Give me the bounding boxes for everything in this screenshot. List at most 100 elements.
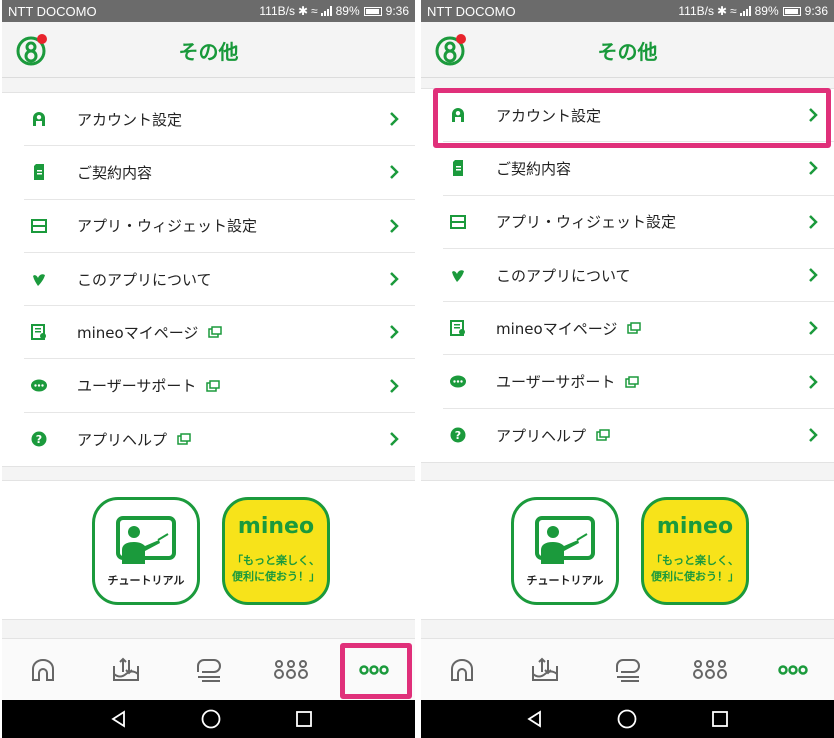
external-link-icon: [177, 433, 191, 446]
menu-item-about[interactable]: このアプリについて: [443, 249, 834, 303]
menu-item-widget[interactable]: アプリ・ウィジェット設定: [24, 200, 415, 253]
bottom-tab-bar: [2, 638, 415, 700]
menu-item-help[interactable]: ? アプリヘルプ: [24, 413, 415, 466]
tab-coupon[interactable]: [586, 639, 669, 701]
menu-item-about[interactable]: このアプリについて: [24, 253, 415, 307]
tutorial-label: チュートリアル: [107, 574, 185, 587]
data-transfer-icon: [531, 657, 558, 681]
tab-community[interactable]: [250, 639, 333, 701]
chevron-right-icon: [809, 321, 818, 336]
screen-right: NTT DOCOMO 111B/s ✱ ≈ 89% 9:36 その他 アカウント…: [421, 0, 834, 738]
menu-label: アカウント設定: [77, 110, 183, 129]
external-link-icon: [206, 379, 221, 392]
tab-coupon[interactable]: [167, 639, 250, 701]
network-speed: 111B/s: [259, 4, 295, 18]
home-nav-icon: [617, 709, 637, 729]
community-icon: [693, 660, 728, 679]
back-button[interactable]: [99, 700, 139, 738]
home-nav-icon: [201, 709, 221, 729]
chevron-right-icon: [390, 165, 399, 180]
menu-label: アプリ・ウィジェット設定: [496, 213, 677, 232]
coupon-icon: [197, 659, 222, 682]
battery-icon: [782, 6, 801, 16]
home-nav-button[interactable]: [191, 700, 231, 738]
bluetooth-icon: ✱: [297, 4, 309, 18]
menu-item-mypage[interactable]: mineoマイページ: [24, 306, 415, 360]
menu-item-account[interactable]: アカウント設定: [443, 89, 834, 143]
app-header: その他: [2, 22, 415, 78]
tab-data[interactable]: [504, 639, 587, 701]
mypage-icon: [29, 322, 49, 342]
battery-icon: [363, 6, 382, 16]
page-title: その他: [597, 40, 658, 64]
tab-more[interactable]: [751, 639, 834, 701]
mineo-banner[interactable]: mineo 「もっと楽しく、 便利に使おう！」: [222, 497, 330, 605]
menu-label: アプリヘルプ: [77, 429, 191, 450]
menu-item-contract[interactable]: ご契約内容: [24, 146, 415, 200]
recents-button[interactable]: [284, 700, 324, 738]
teacher-board-icon: [535, 516, 595, 564]
menu-item-mypage[interactable]: mineoマイページ: [443, 302, 834, 356]
banner-area: チュートリアル mineo 「もっと楽しく、 便利に使おう！」: [421, 480, 834, 620]
menu-label-text: アプリヘルプ: [77, 430, 168, 449]
mineo-slogan-line2: 便利に使おう！」: [651, 570, 739, 583]
menu-item-support[interactable]: ユーザーサポート: [24, 359, 415, 413]
menu-label: アプリ・ウィジェット設定: [77, 217, 258, 236]
status-bar: NTT DOCOMO 111B/s ✱ ≈ 89% 9:36: [421, 0, 834, 22]
tab-more[interactable]: [332, 639, 415, 701]
tutorial-banner[interactable]: チュートリアル: [92, 497, 200, 605]
battery-percent: 89%: [335, 4, 360, 18]
external-link-icon: [596, 429, 610, 442]
wifi-icon: ≈: [730, 4, 737, 18]
recents-button[interactable]: [700, 700, 740, 738]
chevron-right-icon: [390, 378, 399, 393]
home-nav-button[interactable]: [607, 700, 647, 738]
back-button[interactable]: [515, 700, 555, 738]
status-bar: NTT DOCOMO 111B/s ✱ ≈ 89% 9:36: [2, 0, 415, 22]
recents-icon: [712, 711, 728, 727]
chevron-right-icon: [809, 161, 818, 176]
contract-icon: [448, 158, 468, 178]
chevron-right-icon: [390, 325, 399, 340]
screen-left: NTT DOCOMO 111B/s ✱ ≈ 89% 9:36 その他 アカウント…: [2, 0, 415, 738]
chevron-right-icon: [390, 112, 399, 127]
tab-home[interactable]: [2, 639, 85, 701]
teacher-board-icon: [116, 516, 176, 564]
external-link-icon: [208, 326, 223, 339]
tab-data[interactable]: [85, 639, 168, 701]
menu-label-text: ユーザーサポート: [496, 373, 616, 392]
tab-home[interactable]: [421, 639, 504, 701]
app-header: その他: [421, 22, 834, 78]
mineo-slogan-line1: 「もっと楽しく、: [651, 554, 739, 567]
menu-item-contract[interactable]: ご契約内容: [443, 142, 834, 196]
menu-label: ユーザーサポート: [496, 371, 640, 392]
menu-label: ご契約内容: [496, 159, 572, 178]
menu-item-help[interactable]: ? アプリヘルプ: [443, 409, 834, 462]
bottom-tab-bar: [421, 638, 834, 700]
chevron-right-icon: [390, 272, 399, 286]
network-speed: 111B/s: [678, 4, 714, 18]
menu-label: アプリヘルプ: [496, 425, 610, 446]
settings-menu: アカウント設定 ご契約内容 アプリ・ウィジェット設定 このアプリについて min…: [421, 88, 834, 464]
tutorial-banner[interactable]: チュートリアル: [511, 497, 619, 605]
home-icon: [451, 658, 474, 681]
carrier-name: NTT DOCOMO: [427, 3, 516, 19]
settings-menu: アカウント設定 ご契約内容 アプリ・ウィジェット設定 このアプリについて min…: [2, 92, 415, 468]
chevron-right-icon: [809, 374, 818, 389]
widget-icon: [29, 216, 49, 236]
android-nav-bar: [421, 700, 834, 738]
menu-item-widget[interactable]: アプリ・ウィジェット設定: [443, 196, 834, 249]
menu-item-support[interactable]: ユーザーサポート: [443, 355, 834, 409]
menu-item-account[interactable]: アカウント設定: [24, 93, 415, 147]
menu-label: このアプリについて: [77, 270, 212, 289]
recents-icon: [296, 711, 312, 727]
coupon-icon: [616, 659, 641, 682]
tab-community[interactable]: [669, 639, 752, 701]
mineo-banner[interactable]: mineo 「もっと楽しく、 便利に使おう！」: [641, 497, 749, 605]
help-icon: ?: [448, 425, 468, 445]
back-icon: [111, 710, 125, 728]
battery-percent: 89%: [754, 4, 779, 18]
external-link-icon: [625, 375, 640, 388]
mineo-logo: mineo: [237, 514, 315, 539]
svg-text:?: ?: [455, 429, 461, 442]
